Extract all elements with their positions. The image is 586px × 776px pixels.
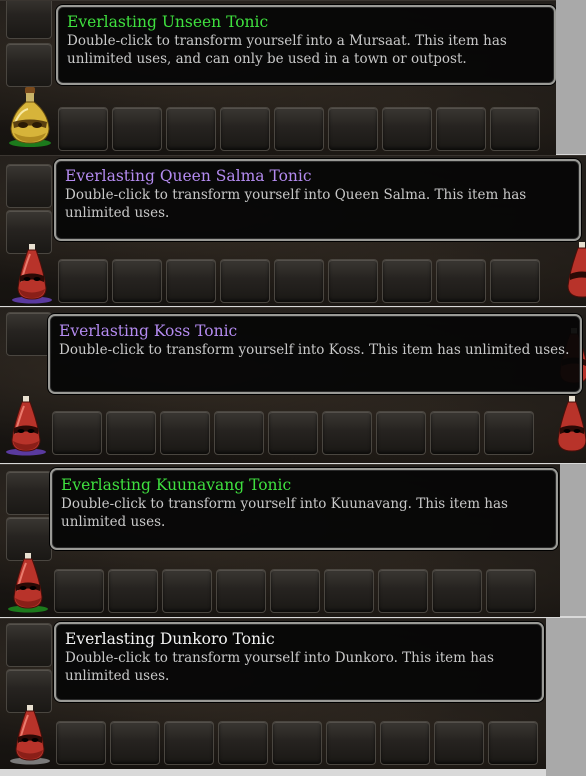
inventory-panel-5: Everlasting Dunkoro Tonic Double-click t… [0,618,546,769]
inventory-slot[interactable] [162,569,212,613]
inventory-slot[interactable] [382,107,432,151]
inventory-slot[interactable] [112,107,162,151]
inventory-slot[interactable] [382,259,432,303]
inventory-slot[interactable] [6,623,52,667]
page-background [556,0,586,154]
tooltip-description: Double-click to transform yourself into … [61,496,508,530]
inventory-slot[interactable] [436,107,486,151]
inventory-slot[interactable] [432,569,482,613]
page-background [560,464,586,616]
tooltip-title: Everlasting Queen Salma Tonic [65,167,312,185]
inventory-slot[interactable] [486,569,536,613]
item-tooltip: Everlasting Unseen Tonic Double-click to… [56,5,556,85]
inventory-slot[interactable] [110,721,160,765]
inventory-slot[interactable] [58,107,108,151]
inventory-slot[interactable] [268,411,318,455]
inventory-slot[interactable] [52,411,102,455]
inventory-slot[interactable] [160,411,210,455]
inventory-slot[interactable] [220,107,270,151]
tooltip-title: Everlasting Unseen Tonic [67,13,269,31]
tooltip-description: Double-click to transform yourself into … [67,33,507,67]
inventory-slot[interactable] [58,259,108,303]
inventory-slot[interactable] [430,411,480,455]
inventory-slot[interactable] [490,107,540,151]
tooltip-title: Everlasting Dunkoro Tonic [65,630,275,648]
inventory-slot[interactable] [214,411,264,455]
inventory-slot[interactable] [272,721,322,765]
tooltip-description: Double-click to transform yourself into … [65,650,494,684]
tooltip-title: Everlasting Koss Tonic [59,322,238,340]
item-tooltip: Everlasting Queen Salma Tonic Double-cli… [54,159,581,241]
tooltip-description: Double-click to transform yourself into … [65,187,527,221]
tonic-bottle-red-icon[interactable] [548,394,586,452]
inventory-slot[interactable] [328,107,378,151]
inventory-slot[interactable] [112,259,162,303]
tonic-bottle-red-icon[interactable] [2,394,50,456]
inventory-slot[interactable] [488,721,538,765]
inventory-slot[interactable] [270,569,320,613]
tonic-bottle-red-icon[interactable] [8,242,56,304]
inventory-slot[interactable] [164,721,214,765]
inventory-panel-3: Everlasting Koss Tonic Double-click to t… [0,307,586,463]
inventory-slot[interactable] [380,721,430,765]
inventory-slot[interactable] [378,569,428,613]
item-tooltip: Everlasting Koss Tonic Double-click to t… [48,314,582,394]
inventory-slot[interactable] [274,259,324,303]
inventory-slot[interactable] [6,43,52,87]
inventory-slot[interactable] [6,164,52,208]
inventory-panel-2: Everlasting Queen Salma Tonic Double-cli… [0,155,586,306]
tonic-bottle-red-icon[interactable] [558,240,586,298]
inventory-slot[interactable] [376,411,426,455]
item-tooltip: Everlasting Dunkoro Tonic Double-click t… [54,622,544,702]
inventory-slot[interactable] [490,259,540,303]
inventory-slot[interactable] [324,569,374,613]
inventory-slot[interactable] [328,259,378,303]
inventory-slot[interactable] [166,107,216,151]
inventory-slot[interactable] [216,569,266,613]
inventory-slot[interactable] [326,721,376,765]
inventory-panel-1: Everlasting Unseen Tonic Double-click to… [0,0,556,155]
inventory-slot[interactable] [166,259,216,303]
inventory-slot[interactable] [6,471,52,515]
tonic-bottle-red-icon[interactable] [4,551,52,613]
tonic-bottle-red-icon[interactable] [6,703,54,765]
tooltip-description: Double-click to transform yourself into … [59,342,570,358]
tonic-bottle-gold-icon[interactable] [6,85,54,147]
inventory-panel-4: Everlasting Kuunavang Tonic Double-click… [0,464,560,617]
tooltip-title: Everlasting Kuunavang Tonic [61,476,292,494]
inventory-slot[interactable] [6,312,52,356]
inventory-slot[interactable] [54,569,104,613]
inventory-slot[interactable] [274,107,324,151]
item-tooltip: Everlasting Kuunavang Tonic Double-click… [50,468,558,550]
inventory-slot[interactable] [6,1,52,39]
inventory-slot[interactable] [56,721,106,765]
inventory-slot[interactable] [218,721,268,765]
page-background [546,618,586,776]
inventory-slot[interactable] [220,259,270,303]
inventory-slot[interactable] [484,411,534,455]
inventory-slot[interactable] [322,411,372,455]
inventory-slot[interactable] [106,411,156,455]
inventory-slot[interactable] [434,721,484,765]
inventory-slot[interactable] [436,259,486,303]
inventory-slot[interactable] [108,569,158,613]
